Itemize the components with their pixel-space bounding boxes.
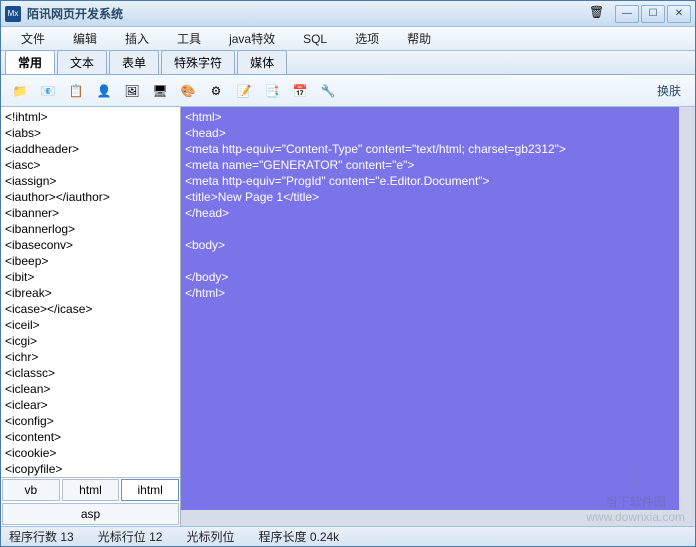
function-list[interactable]: <!ihtml><iabs><iaddheader><iasc><iassign… (1, 107, 180, 477)
list-item[interactable]: <ibaseconv> (5, 237, 176, 253)
category-tabbar: 常用文本表单特殊字符媒体 (1, 51, 695, 75)
tab-表单[interactable]: 表单 (109, 50, 159, 74)
recycle-icon[interactable]: 🗑 (589, 5, 607, 23)
skin-button[interactable]: 换肤 (651, 80, 687, 101)
menu-工具[interactable]: 工具 (163, 27, 215, 50)
menu-java特效[interactable]: java特效 (215, 27, 289, 50)
titlebar: Mx 陌讯网页开发系统 🗑 — ☐ ✕ (1, 1, 695, 27)
toolbar: 📁 📧 📋 👤 🖼 🖥 🎨 ⚙ 📝 📑 📅 🔧 换肤 (1, 75, 695, 107)
list-item[interactable]: <iabs> (5, 125, 176, 141)
workspace: <!ihtml><iabs><iaddheader><iasc><iassign… (1, 107, 695, 526)
list-item[interactable]: <icookie> (5, 445, 176, 461)
list-item[interactable]: <ibanner> (5, 205, 176, 221)
tab-文本[interactable]: 文本 (57, 50, 107, 74)
menu-编辑[interactable]: 编辑 (59, 27, 111, 50)
status-col: 光标列位 (186, 528, 234, 545)
menu-SQL[interactable]: SQL (289, 29, 341, 49)
menu-选项[interactable]: 选项 (341, 27, 393, 50)
list-item[interactable]: <iassign> (5, 173, 176, 189)
list-item[interactable]: <iclean> (5, 381, 176, 397)
scrollbar-vertical[interactable] (679, 107, 695, 526)
list-item[interactable]: <icopyfile> (5, 461, 176, 477)
toolbar-icon-8[interactable]: 📝 (233, 80, 255, 102)
language-tabs: vbhtmlihtml asp (1, 477, 180, 526)
close-button[interactable]: ✕ (667, 5, 691, 23)
list-item[interactable]: <iasc> (5, 157, 176, 173)
editor-content[interactable]: <html> <head> <meta http-equiv="Content-… (185, 109, 691, 301)
status-length: 程序长度 0.24k (258, 528, 339, 545)
list-item[interactable]: <icgi> (5, 333, 176, 349)
toolbar-icon-11[interactable]: 🔧 (317, 80, 339, 102)
code-editor[interactable]: <html> <head> <meta http-equiv="Content-… (181, 107, 695, 526)
lang-tab-ihtml[interactable]: ihtml (121, 479, 179, 501)
toolbar-icon-6[interactable]: 🎨 (177, 80, 199, 102)
toolbar-icon-1[interactable]: 📧 (37, 80, 59, 102)
toolbar-icon-7[interactable]: ⚙ (205, 80, 227, 102)
list-item[interactable]: <iclassc> (5, 365, 176, 381)
list-item[interactable]: <ibreak> (5, 285, 176, 301)
toolbar-icon-2[interactable]: 📋 (65, 80, 87, 102)
toolbar-icon-9[interactable]: 📑 (261, 80, 283, 102)
app-icon: Mx (5, 6, 21, 22)
tab-特殊字符[interactable]: 特殊字符 (161, 50, 235, 74)
lang-tab-vb[interactable]: vb (2, 479, 60, 501)
menu-帮助[interactable]: 帮助 (393, 27, 445, 50)
list-item[interactable]: <ibannerlog> (5, 221, 176, 237)
sidebar: <!ihtml><iabs><iaddheader><iasc><iassign… (1, 107, 181, 526)
toolbar-icon-4[interactable]: 🖼 (121, 80, 143, 102)
toolbar-icon-5[interactable]: 🖥 (149, 80, 171, 102)
tab-常用[interactable]: 常用 (5, 50, 55, 74)
menu-插入[interactable]: 插入 (111, 27, 163, 50)
list-item[interactable]: <iauthor></iauthor> (5, 189, 176, 205)
lang-tab-asp[interactable]: asp (2, 503, 179, 525)
list-item[interactable]: <ibit> (5, 269, 176, 285)
app-window: Mx 陌讯网页开发系统 🗑 — ☐ ✕ 文件编辑插入工具java特效SQL选项帮… (0, 0, 696, 547)
list-item[interactable]: <icontent> (5, 429, 176, 445)
toolbar-icon-3[interactable]: 👤 (93, 80, 115, 102)
minimize-button[interactable]: — (615, 5, 639, 23)
tab-媒体[interactable]: 媒体 (237, 50, 287, 74)
toolbar-icon-10[interactable]: 📅 (289, 80, 311, 102)
status-row: 光标行位 12 (98, 528, 163, 545)
list-item[interactable]: <iceil> (5, 317, 176, 333)
list-item[interactable]: <!ihtml> (5, 109, 176, 125)
statusbar: 程序行数 13 光标行位 12 光标列位 程序长度 0.24k (1, 526, 695, 546)
scrollbar-horizontal[interactable] (181, 510, 679, 526)
list-item[interactable]: <iaddheader> (5, 141, 176, 157)
toolbar-icon-0[interactable]: 📁 (9, 80, 31, 102)
list-item[interactable]: <icase></icase> (5, 301, 176, 317)
list-item[interactable]: <ibeep> (5, 253, 176, 269)
list-item[interactable]: <iconfig> (5, 413, 176, 429)
menubar: 文件编辑插入工具java特效SQL选项帮助 (1, 27, 695, 51)
window-title: 陌讯网页开发系统 (27, 5, 589, 22)
status-lines: 程序行数 13 (9, 528, 74, 545)
list-item[interactable]: <iclear> (5, 397, 176, 413)
lang-tab-html[interactable]: html (62, 479, 120, 501)
maximize-button[interactable]: ☐ (641, 5, 665, 23)
menu-文件[interactable]: 文件 (7, 27, 59, 50)
list-item[interactable]: <ichr> (5, 349, 176, 365)
